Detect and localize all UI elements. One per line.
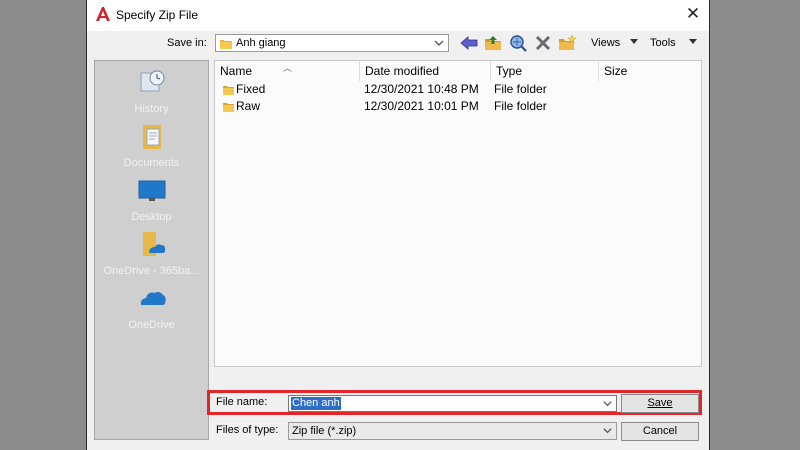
place-history[interactable]: History [95,67,208,115]
table-row[interactable]: Fixed 12/30/2021 10:48 PM File folder [215,81,701,98]
chevron-down-icon[interactable] [601,397,614,410]
column-header-name[interactable]: Name ︿ [215,61,360,81]
place-onedrive-label: OneDrive [128,319,175,331]
chevron-down-icon [434,40,444,46]
files-of-type-label: Files of type: [216,424,279,436]
onedrive-folder-icon [142,232,165,256]
column-size-label: Size [604,64,628,78]
column-name-label: Name [220,64,253,78]
save-in-label: Save in: [167,37,207,49]
file-list: Name ︿ Date modified Type Size Fixed 12/… [214,60,702,367]
place-desktop-label: Desktop [131,211,172,223]
place-onedrive-365-label: OneDrive - 365ba... [103,265,200,277]
file-type: File folder [494,82,547,96]
history-icon [140,70,164,92]
file-name-value: Chen anh [291,397,341,410]
views-label: Views [591,37,621,49]
place-documents[interactable]: Documents [95,121,208,169]
folder-icon [220,40,232,49]
back-icon[interactable] [459,34,479,52]
places-sidebar: History Documents Desktop OneDrive - 365… [94,60,209,440]
documents-icon [142,125,161,149]
place-onedrive-365[interactable]: OneDrive - 365ba... [95,229,208,277]
cancel-button-label: Cancel [642,425,678,437]
files-of-type-dropdown[interactable]: Zip file (*.zip) [288,422,617,440]
chevron-down-icon [603,428,612,434]
views-dropdown-icon[interactable] [629,38,639,46]
place-documents-label: Documents [123,157,180,169]
files-of-type-value: Zip file (*.zip) [292,425,357,437]
desktop-icon [138,180,165,201]
file-name: Fixed [236,82,266,96]
file-name-label: File name: [216,396,268,408]
cancel-button[interactable]: Cancel [621,422,699,441]
close-icon[interactable]: ✕ [684,5,702,23]
specify-zip-file-dialog: Specify Zip File ✕ Save in: Anh giang Vi… [86,0,710,450]
tools-label: Tools [650,37,676,49]
title-bar: Specify Zip File ✕ [87,0,709,31]
file-name: Raw [236,99,261,113]
table-row[interactable]: Raw 12/30/2021 10:01 PM File folder [215,98,701,115]
place-history-label: History [134,103,169,115]
views-menu[interactable]: Views [591,37,620,49]
tools-menu[interactable]: Tools [650,37,676,49]
place-onedrive[interactable]: OneDrive [95,283,208,331]
place-desktop[interactable]: Desktop [95,175,208,223]
folder-icon [223,103,234,112]
column-type-label: Type [496,64,523,78]
window-title: Specify Zip File [116,8,199,22]
column-header-date[interactable]: Date modified [360,61,491,81]
file-type: File folder [494,99,547,113]
onedrive-cloud-icon [140,291,166,305]
file-date: 12/30/2021 10:48 PM [364,82,479,96]
new-folder-icon[interactable] [557,34,577,52]
column-header-type[interactable]: Type [491,61,599,81]
save-in-dropdown[interactable]: Anh giang [215,34,449,52]
up-folder-icon[interactable] [483,34,503,52]
save-button-label: Save [647,397,673,409]
search-web-icon[interactable] [508,34,528,52]
autocad-logo-icon [96,7,110,21]
file-date: 12/30/2021 10:01 PM [364,99,479,113]
sort-ascending-icon: ︿ [283,63,293,73]
delete-icon[interactable] [533,34,553,52]
save-in-value: Anh giang [236,37,286,49]
folder-icon [223,86,234,95]
save-button[interactable]: Save [621,394,699,413]
column-header-size[interactable]: Size [599,61,701,81]
file-name-input[interactable]: Chen anh [288,395,617,412]
tools-dropdown-icon[interactable] [688,38,698,46]
column-date-label: Date modified [365,64,440,78]
